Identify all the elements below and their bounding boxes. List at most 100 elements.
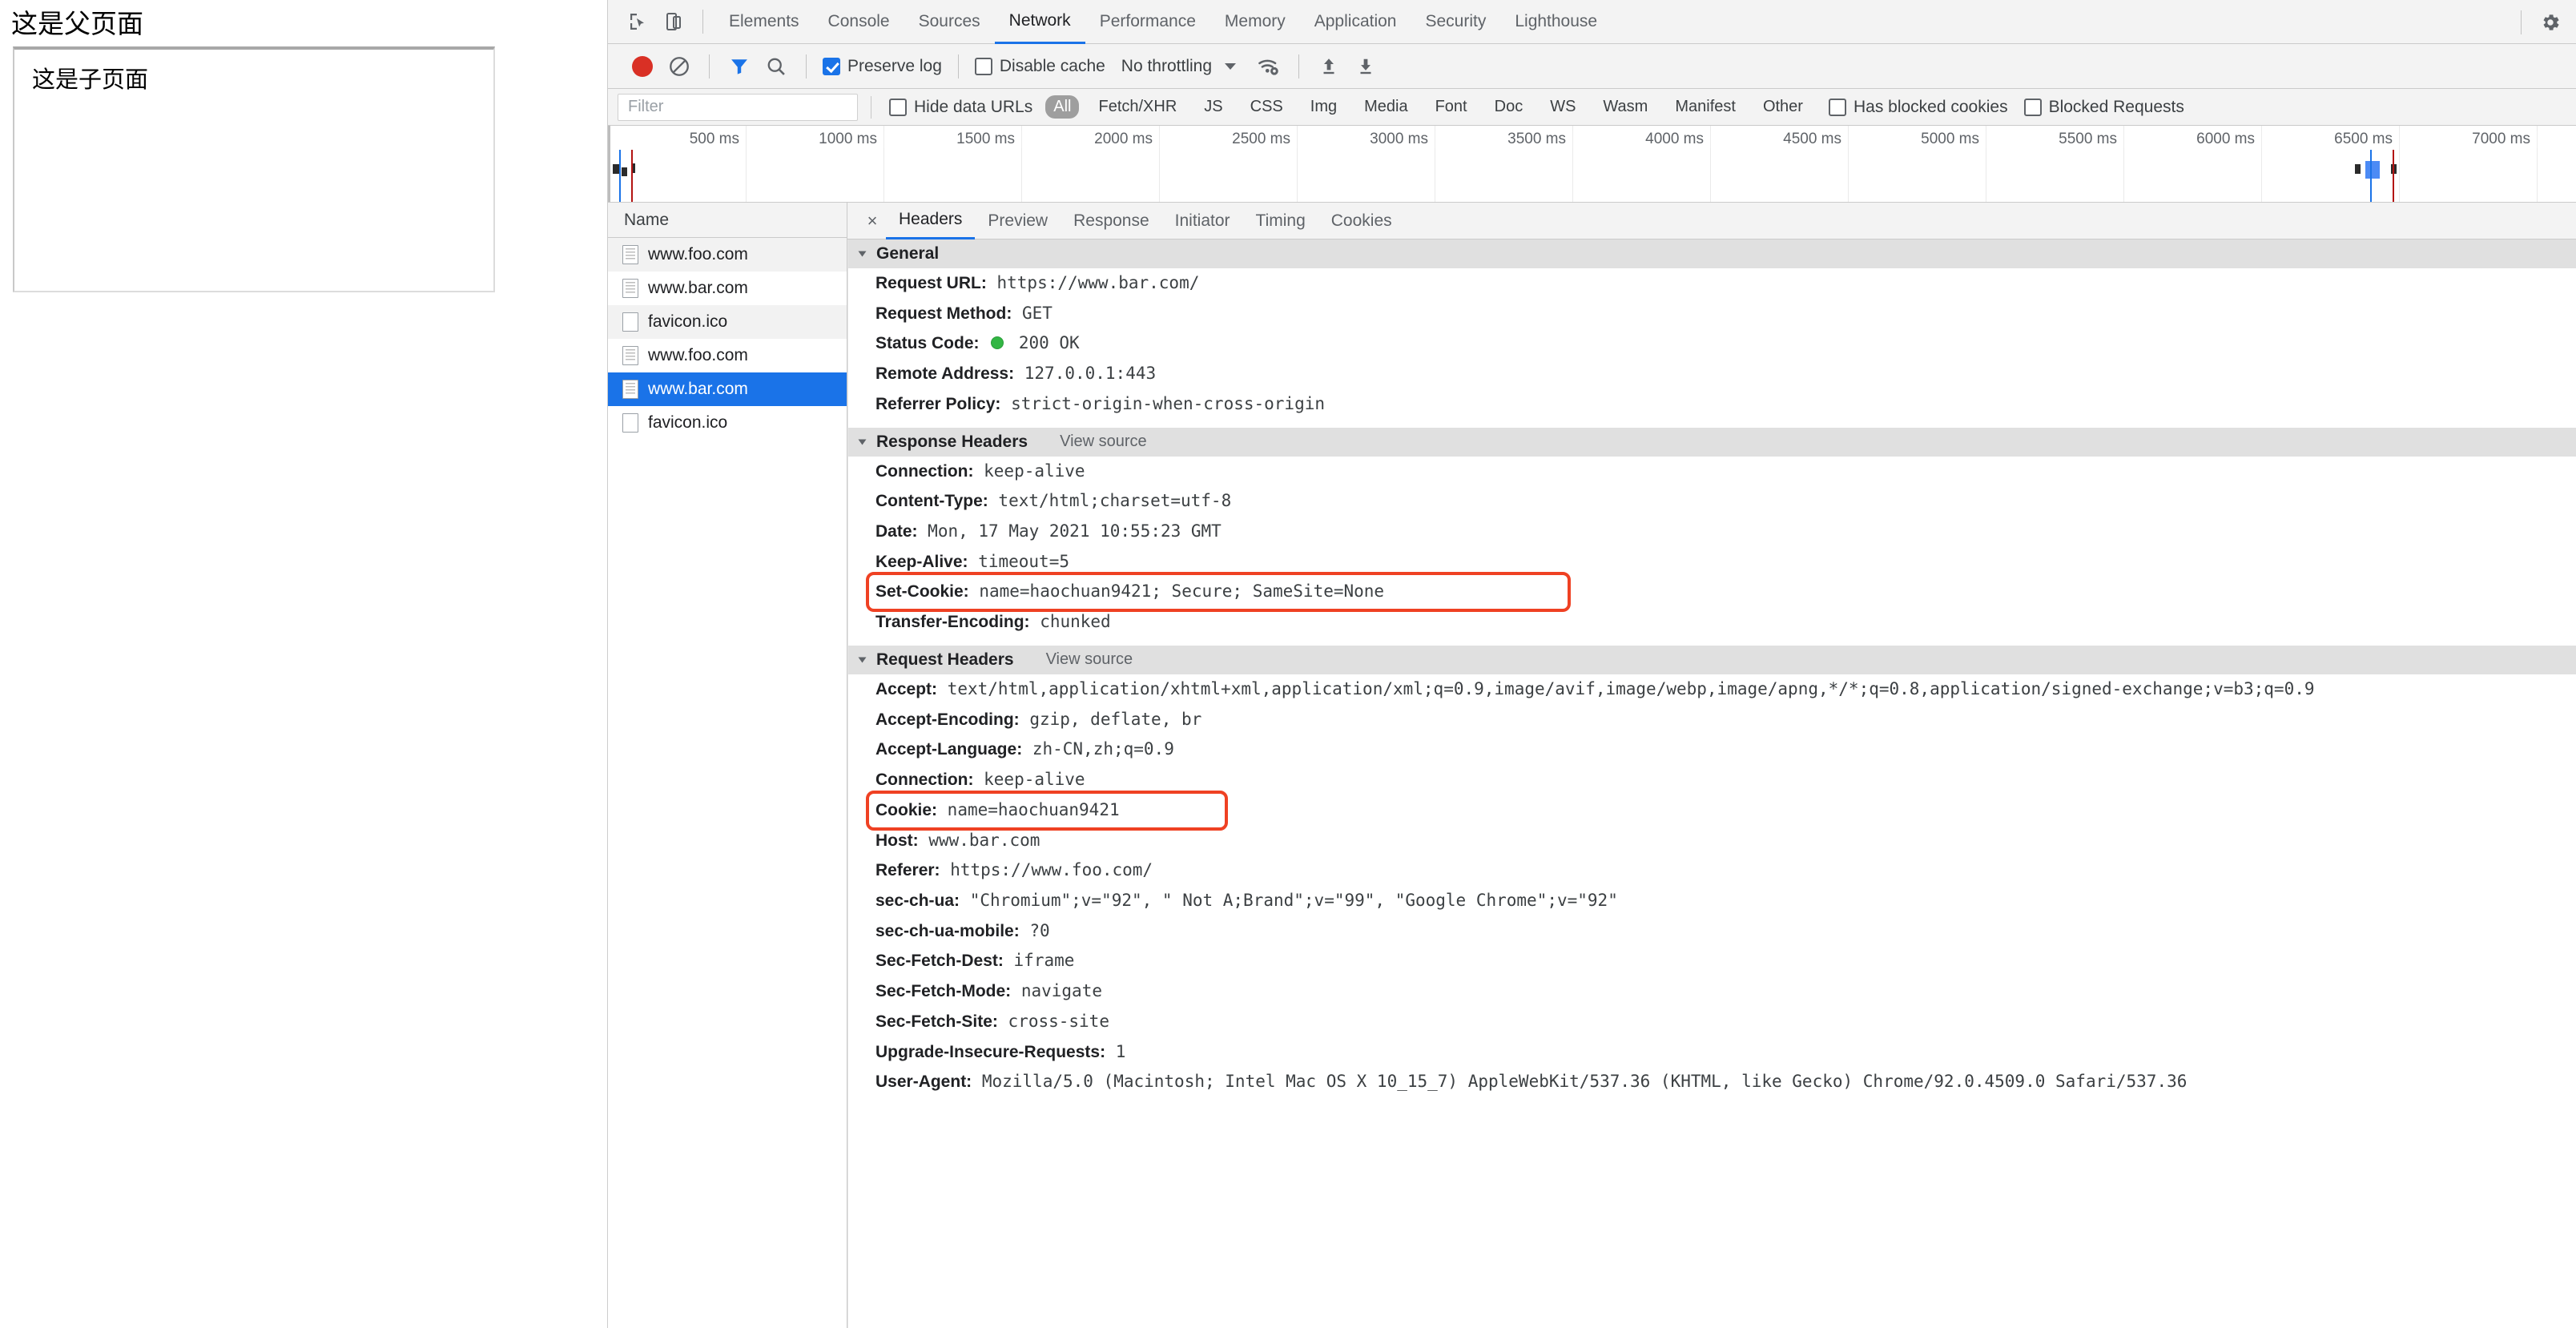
tab-memory[interactable]: Memory	[1210, 0, 1300, 44]
blocked-requests-checkbox[interactable]: Blocked Requests	[2023, 98, 2184, 117]
header-key: Transfer-Encoding:	[875, 613, 1030, 632]
record-circle-icon[interactable]	[624, 48, 661, 85]
tab-elements[interactable]: Elements	[714, 0, 814, 44]
filter-type-media[interactable]: Media	[1356, 95, 1415, 119]
header-key: Set-Cookie:	[875, 582, 969, 602]
preserve-log-checkbox[interactable]: Preserve log	[823, 57, 942, 76]
filter-type-ws[interactable]: WS	[1542, 95, 1584, 119]
section-title: Response Headers	[876, 432, 1028, 451]
header-row: Status Code: 200 OK	[848, 328, 2576, 359]
filter-type-other[interactable]: Other	[1755, 95, 1811, 119]
wifi-settings-icon[interactable]	[1250, 48, 1287, 85]
inspect-element-icon[interactable]	[621, 4, 656, 39]
view-source-link-response[interactable]: View source	[1060, 433, 1147, 451]
hide-data-urls-label: Hide data URLs	[914, 97, 1033, 116]
preserve-log-label: Preserve log	[847, 56, 942, 75]
tab-lighthouse[interactable]: Lighthouse	[1500, 0, 1612, 44]
device-toolbar-icon[interactable]	[656, 4, 691, 39]
tab-network[interactable]: Network	[994, 0, 1085, 44]
filter-type-font[interactable]: Font	[1427, 95, 1475, 119]
table-row[interactable]: www.foo.com	[608, 238, 847, 272]
close-icon[interactable]: ×	[859, 203, 886, 239]
table-row[interactable]: www.foo.com	[608, 339, 847, 372]
has-blocked-cookies-checkbox[interactable]: Has blocked cookies	[1828, 97, 2008, 117]
header-row: Accept-Encoding: gzip, deflate, br	[848, 705, 2576, 735]
child-iframe: 这是子页面	[13, 46, 495, 292]
network-action-toolbar: Preserve log Disable cache No throttling	[608, 44, 2576, 89]
throttling-select[interactable]: No throttling	[1121, 57, 1212, 76]
clear-icon[interactable]	[661, 48, 698, 85]
tab-timing[interactable]: Timing	[1243, 203, 1318, 239]
tab-console[interactable]: Console	[814, 0, 904, 44]
disable-cache-checkbox[interactable]: Disable cache	[974, 57, 1105, 76]
section-header-response-headers[interactable]: Response Headers View source	[848, 427, 2576, 457]
filter-input[interactable]: Filter	[618, 93, 858, 121]
tab-application[interactable]: Application	[1300, 0, 1411, 44]
tab-initiator[interactable]: Initiator	[1162, 203, 1243, 239]
has-blocked-cookies-label: Has blocked cookies	[1853, 97, 2008, 116]
document-icon	[622, 245, 638, 264]
overview-load-line	[631, 150, 633, 202]
table-row-selected[interactable]: www.bar.com	[608, 372, 847, 406]
filter-type-img[interactable]: Img	[1302, 95, 1345, 119]
filter-type-js[interactable]: JS	[1196, 95, 1230, 119]
tab-security[interactable]: Security	[1411, 0, 1500, 44]
filter-type-manifest[interactable]: Manifest	[1667, 95, 1744, 119]
table-row[interactable]: favicon.ico	[608, 305, 847, 339]
request-list-column-header[interactable]: Name	[608, 203, 847, 238]
detail-tabstrip: × Headers Preview Response Initiator Tim…	[847, 203, 2576, 239]
header-value: text/html,application/xhtml+xml,applicat…	[947, 678, 2315, 698]
tab-sources-label: Sources	[918, 12, 980, 30]
filter-type-wasm[interactable]: Wasm	[1595, 95, 1656, 119]
header-key: Status Code:	[875, 334, 980, 353]
blank-document-icon	[622, 413, 638, 433]
tab-performance[interactable]: Performance	[1085, 0, 1210, 44]
view-source-link-request[interactable]: View source	[1046, 650, 1133, 669]
header-key: Sec-Fetch-Site:	[875, 1012, 998, 1031]
tab-cookies[interactable]: Cookies	[1318, 203, 1405, 239]
headers-content: General Request URL: https://www.bar.com…	[847, 239, 2576, 1328]
import-har-icon[interactable]	[1310, 48, 1347, 85]
search-icon[interactable]	[758, 48, 795, 85]
funnel-icon[interactable]	[721, 48, 758, 85]
header-key: Referer:	[875, 861, 940, 880]
header-row: Connection: keep-alive	[848, 765, 2576, 795]
table-row[interactable]: www.bar.com	[608, 272, 847, 305]
header-row: Keep-Alive: timeout=5	[848, 547, 2576, 577]
section-header-request-headers[interactable]: Request Headers View source	[848, 645, 2576, 674]
section-header-general[interactable]: General	[848, 239, 2576, 268]
blank-document-icon	[622, 312, 638, 332]
tab-sources[interactable]: Sources	[904, 0, 995, 44]
header-value: name=haochuan9421; Secure; SameSite=None	[979, 582, 1385, 602]
header-row: Upgrade-Insecure-Requests: 1	[848, 1037, 2576, 1068]
filter-type-fetch-xhr[interactable]: Fetch/XHR	[1090, 95, 1185, 119]
gear-icon[interactable]	[2533, 5, 2568, 40]
chevron-down-icon	[858, 439, 867, 445]
hide-data-urls-checkbox[interactable]: Hide data URLs	[889, 98, 1032, 117]
header-row: Referer: https://www.foo.com/	[848, 855, 2576, 886]
blocked-requests-checkbox-box	[2023, 98, 2042, 116]
header-key: Sec-Fetch-Dest:	[875, 952, 1004, 971]
header-key: Sec-Fetch-Mode:	[875, 982, 1012, 1001]
overview-tick-4000: 4000 ms	[1645, 131, 1710, 148]
devtools-settings-area	[2510, 0, 2568, 44]
filter-type-css[interactable]: CSS	[1242, 95, 1291, 119]
table-row[interactable]: favicon.ico	[608, 406, 847, 440]
chevron-down-icon[interactable]	[1225, 62, 1237, 70]
overview-tick-6500: 6500 ms	[2334, 131, 2399, 148]
header-key: Keep-Alive:	[875, 552, 968, 571]
header-key: Host:	[875, 831, 919, 850]
browser-page-content: 这是父页面 这是子页面	[0, 0, 607, 1328]
tab-response[interactable]: Response	[1061, 203, 1162, 239]
export-har-icon[interactable]	[1347, 48, 1384, 85]
section-title: General	[876, 244, 940, 263]
devtools-tabstrip: Elements Console Sources Network Perform…	[608, 0, 2576, 44]
tab-preview[interactable]: Preview	[975, 203, 1061, 239]
filter-type-all[interactable]: All	[1045, 95, 1080, 119]
tab-headers[interactable]: Headers	[886, 203, 976, 239]
header-row: Date: Mon, 17 May 2021 10:55:23 GMT	[848, 517, 2576, 547]
header-value: 200 OK	[1018, 333, 1080, 353]
filter-type-doc[interactable]: Doc	[1487, 95, 1532, 119]
request-detail-pane: × Headers Preview Response Initiator Tim…	[847, 203, 2576, 1328]
network-overview-timeline[interactable]: 500 ms 1000 ms 1500 ms 2000 ms 2500 ms 3…	[608, 126, 2576, 203]
